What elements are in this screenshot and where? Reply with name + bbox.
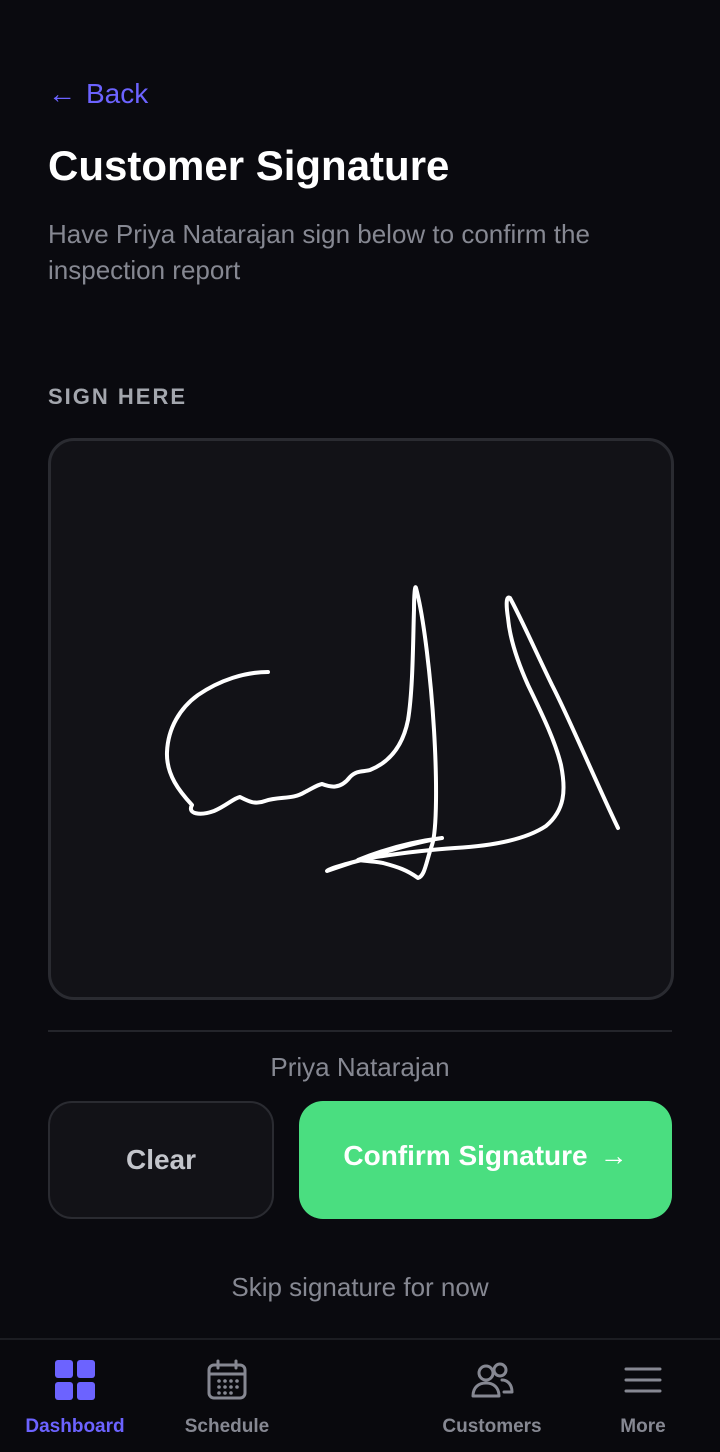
bottom-nav: Dashboard Schedule Customers More (0, 1338, 720, 1452)
signer-name: Priya Natarajan (270, 1052, 450, 1082)
divider (48, 1030, 672, 1032)
menu-icon (624, 1367, 662, 1393)
back-link[interactable]: ← Back (48, 74, 148, 114)
signature-pad[interactable] (48, 438, 674, 1000)
clear-button-label: Clear (125, 1144, 197, 1175)
nav-item-schedule[interactable]: Schedule (152, 1340, 302, 1452)
skip-signature-link[interactable]: Skip signature for now (0, 1272, 720, 1303)
calendar-icon (207, 1359, 247, 1400)
nav-label-customers: Customers (442, 1416, 542, 1437)
nav-item-dashboard[interactable]: Dashboard (0, 1340, 150, 1452)
nav-item-customers[interactable]: Customers (417, 1340, 567, 1452)
sign-here-label: SIGN HERE (48, 384, 188, 409)
arrow-left-icon: ← (48, 78, 76, 109)
nav-label-schedule: Schedule (184, 1416, 270, 1437)
nav-item-more[interactable]: More (568, 1340, 718, 1452)
grid-icon (55, 1360, 95, 1400)
signature-stroke (164, 585, 620, 880)
users-icon (471, 1362, 514, 1398)
back-label: Back (86, 78, 149, 109)
nav-label-dashboard: Dashboard (25, 1416, 125, 1437)
confirm-button-label: Confirm Signature (343, 1140, 588, 1171)
arrow-right-icon: → (599, 1140, 628, 1171)
page-title: Customer Signature (48, 142, 450, 189)
clear-button[interactable]: Clear (48, 1101, 274, 1219)
page-subtitle: Have Priya Natarajan sign below to confi… (48, 219, 590, 285)
nav-label-more: More (620, 1416, 666, 1437)
confirm-signature-button[interactable]: Confirm Signature → (299, 1101, 672, 1219)
